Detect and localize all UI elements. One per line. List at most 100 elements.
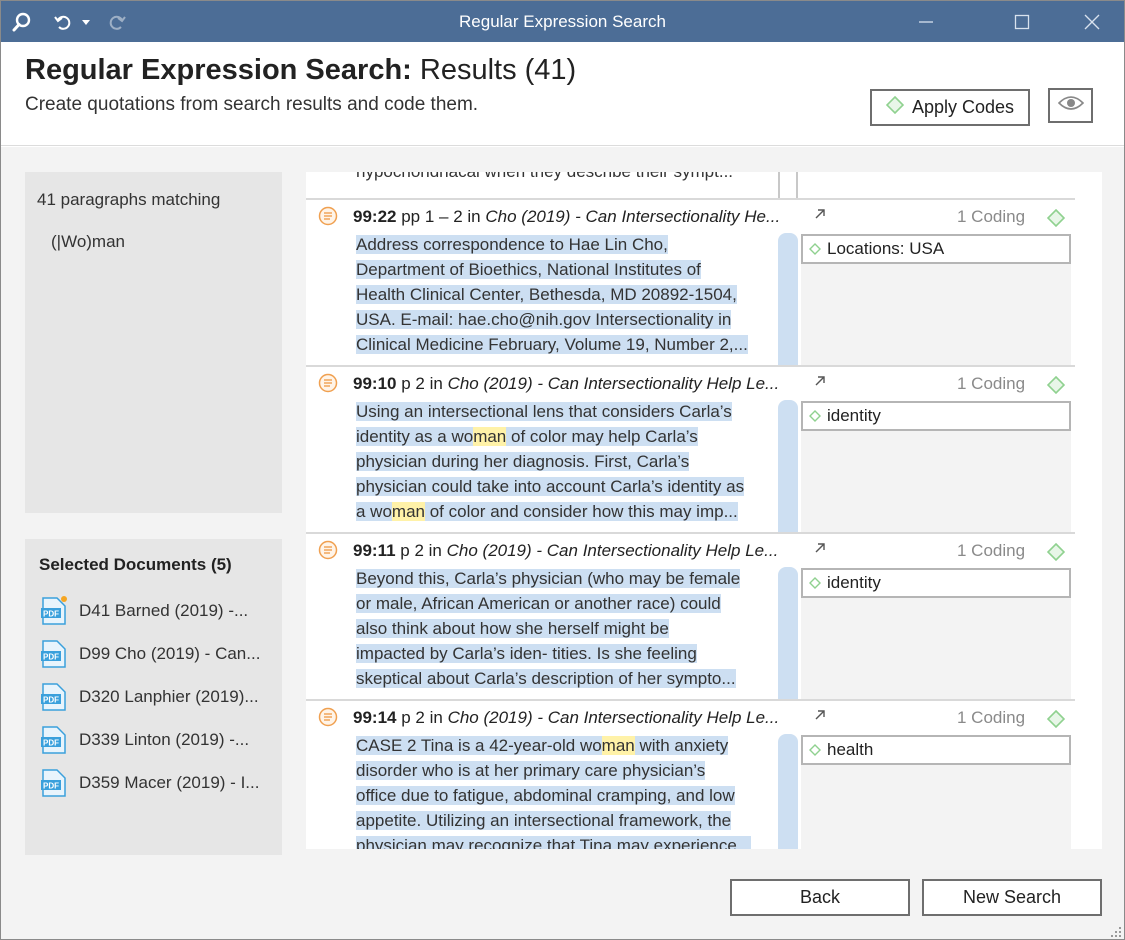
result-text-fragment: hypochondriacal when they describe their… bbox=[356, 172, 733, 184]
result-text[interactable]: Using an intersectional lens that consid… bbox=[356, 399, 776, 524]
result-text-line: Beyond this, Carla’s physician (who may … bbox=[356, 566, 776, 591]
selected-text: impacted by Carla’s iden- tities. Is she… bbox=[356, 644, 697, 663]
code-area[interactable] bbox=[801, 264, 1071, 367]
selected-text: Clinical Medicine February, Volume 19, N… bbox=[356, 335, 748, 354]
dialog-header: Regular Expression Search: Results (41) … bbox=[1, 42, 1124, 146]
quotation-bracket bbox=[778, 567, 798, 701]
redo-icon[interactable] bbox=[105, 1, 129, 42]
code-diamond-icon bbox=[809, 577, 821, 589]
code-tag[interactable]: health bbox=[801, 735, 1071, 765]
add-code-diamond-icon[interactable] bbox=[1046, 542, 1066, 566]
result-text[interactable]: CASE 2 Tina is a 42-year-old woman with … bbox=[356, 733, 776, 849]
open-quotation-arrow-icon[interactable] bbox=[814, 374, 826, 390]
document-label: D359 Macer (2019) - I... bbox=[79, 773, 260, 792]
document-item[interactable]: PDF D99 Cho (2019) - Can... bbox=[41, 637, 260, 671]
maximize-button[interactable] bbox=[990, 1, 1054, 42]
results-list[interactable]: hypochondriacal when they describe their… bbox=[306, 172, 1102, 849]
selected-text: appetite. Utilizing an intersectional fr… bbox=[356, 811, 732, 830]
result-text-line: skeptical about Carla’s description of h… bbox=[356, 666, 776, 691]
result-text[interactable]: Beyond this, Carla’s physician (who may … bbox=[356, 566, 776, 691]
quotation-id: 99:11 bbox=[353, 541, 396, 560]
quotation-document: Cho (2019) - Can Intersectionality Help … bbox=[447, 708, 780, 727]
quotation-in: in bbox=[428, 541, 442, 560]
match-highlight: man bbox=[391, 502, 425, 521]
selected-text: Health Clinical Center, Bethesda, MD 208… bbox=[356, 285, 737, 304]
code-diamond-icon bbox=[809, 744, 821, 756]
selected-text: Beyond this, Carla’s physician (who may … bbox=[356, 569, 741, 588]
result-text-line: physician could take into account Carla’… bbox=[356, 474, 776, 499]
apply-codes-button[interactable]: Apply Codes bbox=[870, 89, 1030, 126]
open-quotation-arrow-icon[interactable] bbox=[814, 207, 826, 223]
eye-icon bbox=[1057, 94, 1084, 117]
selected-text: USA. E-mail: hae.cho@nih.gov Intersectio… bbox=[356, 310, 732, 329]
pdf-icon: PDF bbox=[41, 682, 67, 712]
code-tag[interactable]: identity bbox=[801, 401, 1071, 431]
quotation-id: 99:14 bbox=[353, 708, 397, 727]
result-item[interactable]: 99:22 pp 1 – 2 in Cho (2019) - Can Inter… bbox=[306, 198, 1075, 367]
text-segment: appetite. Utilizing an intersectional fr… bbox=[356, 811, 732, 830]
dialog-content: 41 paragraphs matching (|Wo)man Selected… bbox=[1, 147, 1124, 939]
code-tag[interactable]: Locations: USA bbox=[801, 234, 1071, 264]
quotation-id: 99:10 bbox=[353, 374, 397, 393]
quotation-in: in bbox=[429, 374, 443, 393]
result-text-line: identity as a woman of color may help Ca… bbox=[356, 424, 776, 449]
result-text-line: also think about how she herself might b… bbox=[356, 616, 776, 641]
result-header[interactable]: 99:11 p 2 in Cho (2019) - Can Intersecti… bbox=[353, 541, 803, 561]
result-text-line: office due to fatigue, abdominal crampin… bbox=[356, 783, 776, 808]
text-segment: USA. E-mail: hae.cho@nih.gov Intersectio… bbox=[356, 310, 732, 329]
new-search-button[interactable]: New Search bbox=[922, 879, 1102, 916]
text-segment: Address correspondence to Hae Lin Cho, bbox=[356, 235, 668, 254]
text-segment: physician during her diagnosis. First, C… bbox=[356, 452, 690, 471]
result-text-line: physician may recognize that Tina may ex… bbox=[356, 833, 776, 849]
document-item[interactable]: PDF D320 Lanphier (2019)... bbox=[41, 680, 259, 714]
undo-dropdown-icon[interactable] bbox=[79, 1, 93, 42]
text-segment: impacted by Carla’s iden- tities. Is she… bbox=[356, 644, 697, 663]
open-quotation-arrow-icon[interactable] bbox=[814, 708, 826, 724]
preview-toggle-button[interactable] bbox=[1048, 88, 1093, 123]
result-header[interactable]: 99:22 pp 1 – 2 in Cho (2019) - Can Inter… bbox=[353, 207, 803, 227]
page-subtitle: Create quotations from search results an… bbox=[25, 94, 479, 115]
code-area[interactable] bbox=[801, 431, 1071, 534]
coding-count: 1 Coding bbox=[957, 207, 1026, 226]
result-item[interactable]: 99:14 p 2 in Cho (2019) - Can Intersecti… bbox=[306, 699, 1075, 849]
divider bbox=[796, 172, 798, 198]
selected-text: disorder who is at her primary care phys… bbox=[356, 761, 706, 780]
result-item[interactable]: 99:10 p 2 in Cho (2019) - Can Intersecti… bbox=[306, 365, 1075, 534]
pdf-icon: PDF bbox=[41, 596, 67, 626]
selected-documents-panel: Selected Documents (5) PDF D41 Barned (2… bbox=[25, 539, 282, 855]
quotation-icon bbox=[318, 540, 338, 560]
back-button[interactable]: Back bbox=[730, 879, 910, 916]
minimize-button[interactable] bbox=[894, 1, 958, 42]
document-item[interactable]: PDF D339 Linton (2019) -... bbox=[41, 723, 249, 757]
resize-grip-icon[interactable] bbox=[1108, 924, 1122, 938]
result-text-line: disorder who is at her primary care phys… bbox=[356, 758, 776, 783]
result-header[interactable]: 99:10 p 2 in Cho (2019) - Can Intersecti… bbox=[353, 374, 803, 394]
code-label: identity bbox=[827, 573, 881, 592]
result-item[interactable]: 99:11 p 2 in Cho (2019) - Can Intersecti… bbox=[306, 532, 1075, 701]
document-label: D320 Lanphier (2019)... bbox=[79, 687, 259, 706]
match-highlight: man bbox=[473, 427, 507, 446]
selected-text: physician may recognize that Tina may ex… bbox=[356, 836, 751, 849]
code-tag[interactable]: identity bbox=[801, 568, 1071, 598]
code-label: identity bbox=[827, 406, 881, 425]
code-area[interactable] bbox=[801, 765, 1071, 849]
coding-count: 1 Coding bbox=[957, 708, 1026, 727]
code-area[interactable] bbox=[801, 598, 1071, 701]
result-header[interactable]: 99:14 p 2 in Cho (2019) - Can Intersecti… bbox=[353, 708, 803, 728]
open-quotation-arrow-icon[interactable] bbox=[814, 541, 826, 557]
selected-text: also think about how she herself might b… bbox=[356, 619, 669, 638]
document-item[interactable]: PDF D359 Macer (2019) - I... bbox=[41, 766, 259, 800]
previous-result-fragment: hypochondriacal when they describe their… bbox=[306, 172, 1075, 198]
undo-icon[interactable] bbox=[51, 1, 75, 42]
search-icon[interactable] bbox=[9, 1, 35, 42]
document-item[interactable]: PDF D41 Barned (2019) -... bbox=[41, 594, 248, 628]
result-text[interactable]: Address correspondence to Hae Lin Cho, De… bbox=[356, 232, 776, 357]
close-button[interactable] bbox=[1060, 1, 1124, 42]
svg-text:PDF: PDF bbox=[43, 610, 59, 619]
add-code-diamond-icon[interactable] bbox=[1046, 375, 1066, 399]
text-segment: of color and consider how this may imp..… bbox=[425, 502, 738, 521]
text-segment: with anxiety bbox=[634, 736, 729, 755]
quotation-pages: p 2 bbox=[401, 708, 425, 727]
add-code-diamond-icon[interactable] bbox=[1046, 709, 1066, 733]
add-code-diamond-icon[interactable] bbox=[1046, 208, 1066, 232]
